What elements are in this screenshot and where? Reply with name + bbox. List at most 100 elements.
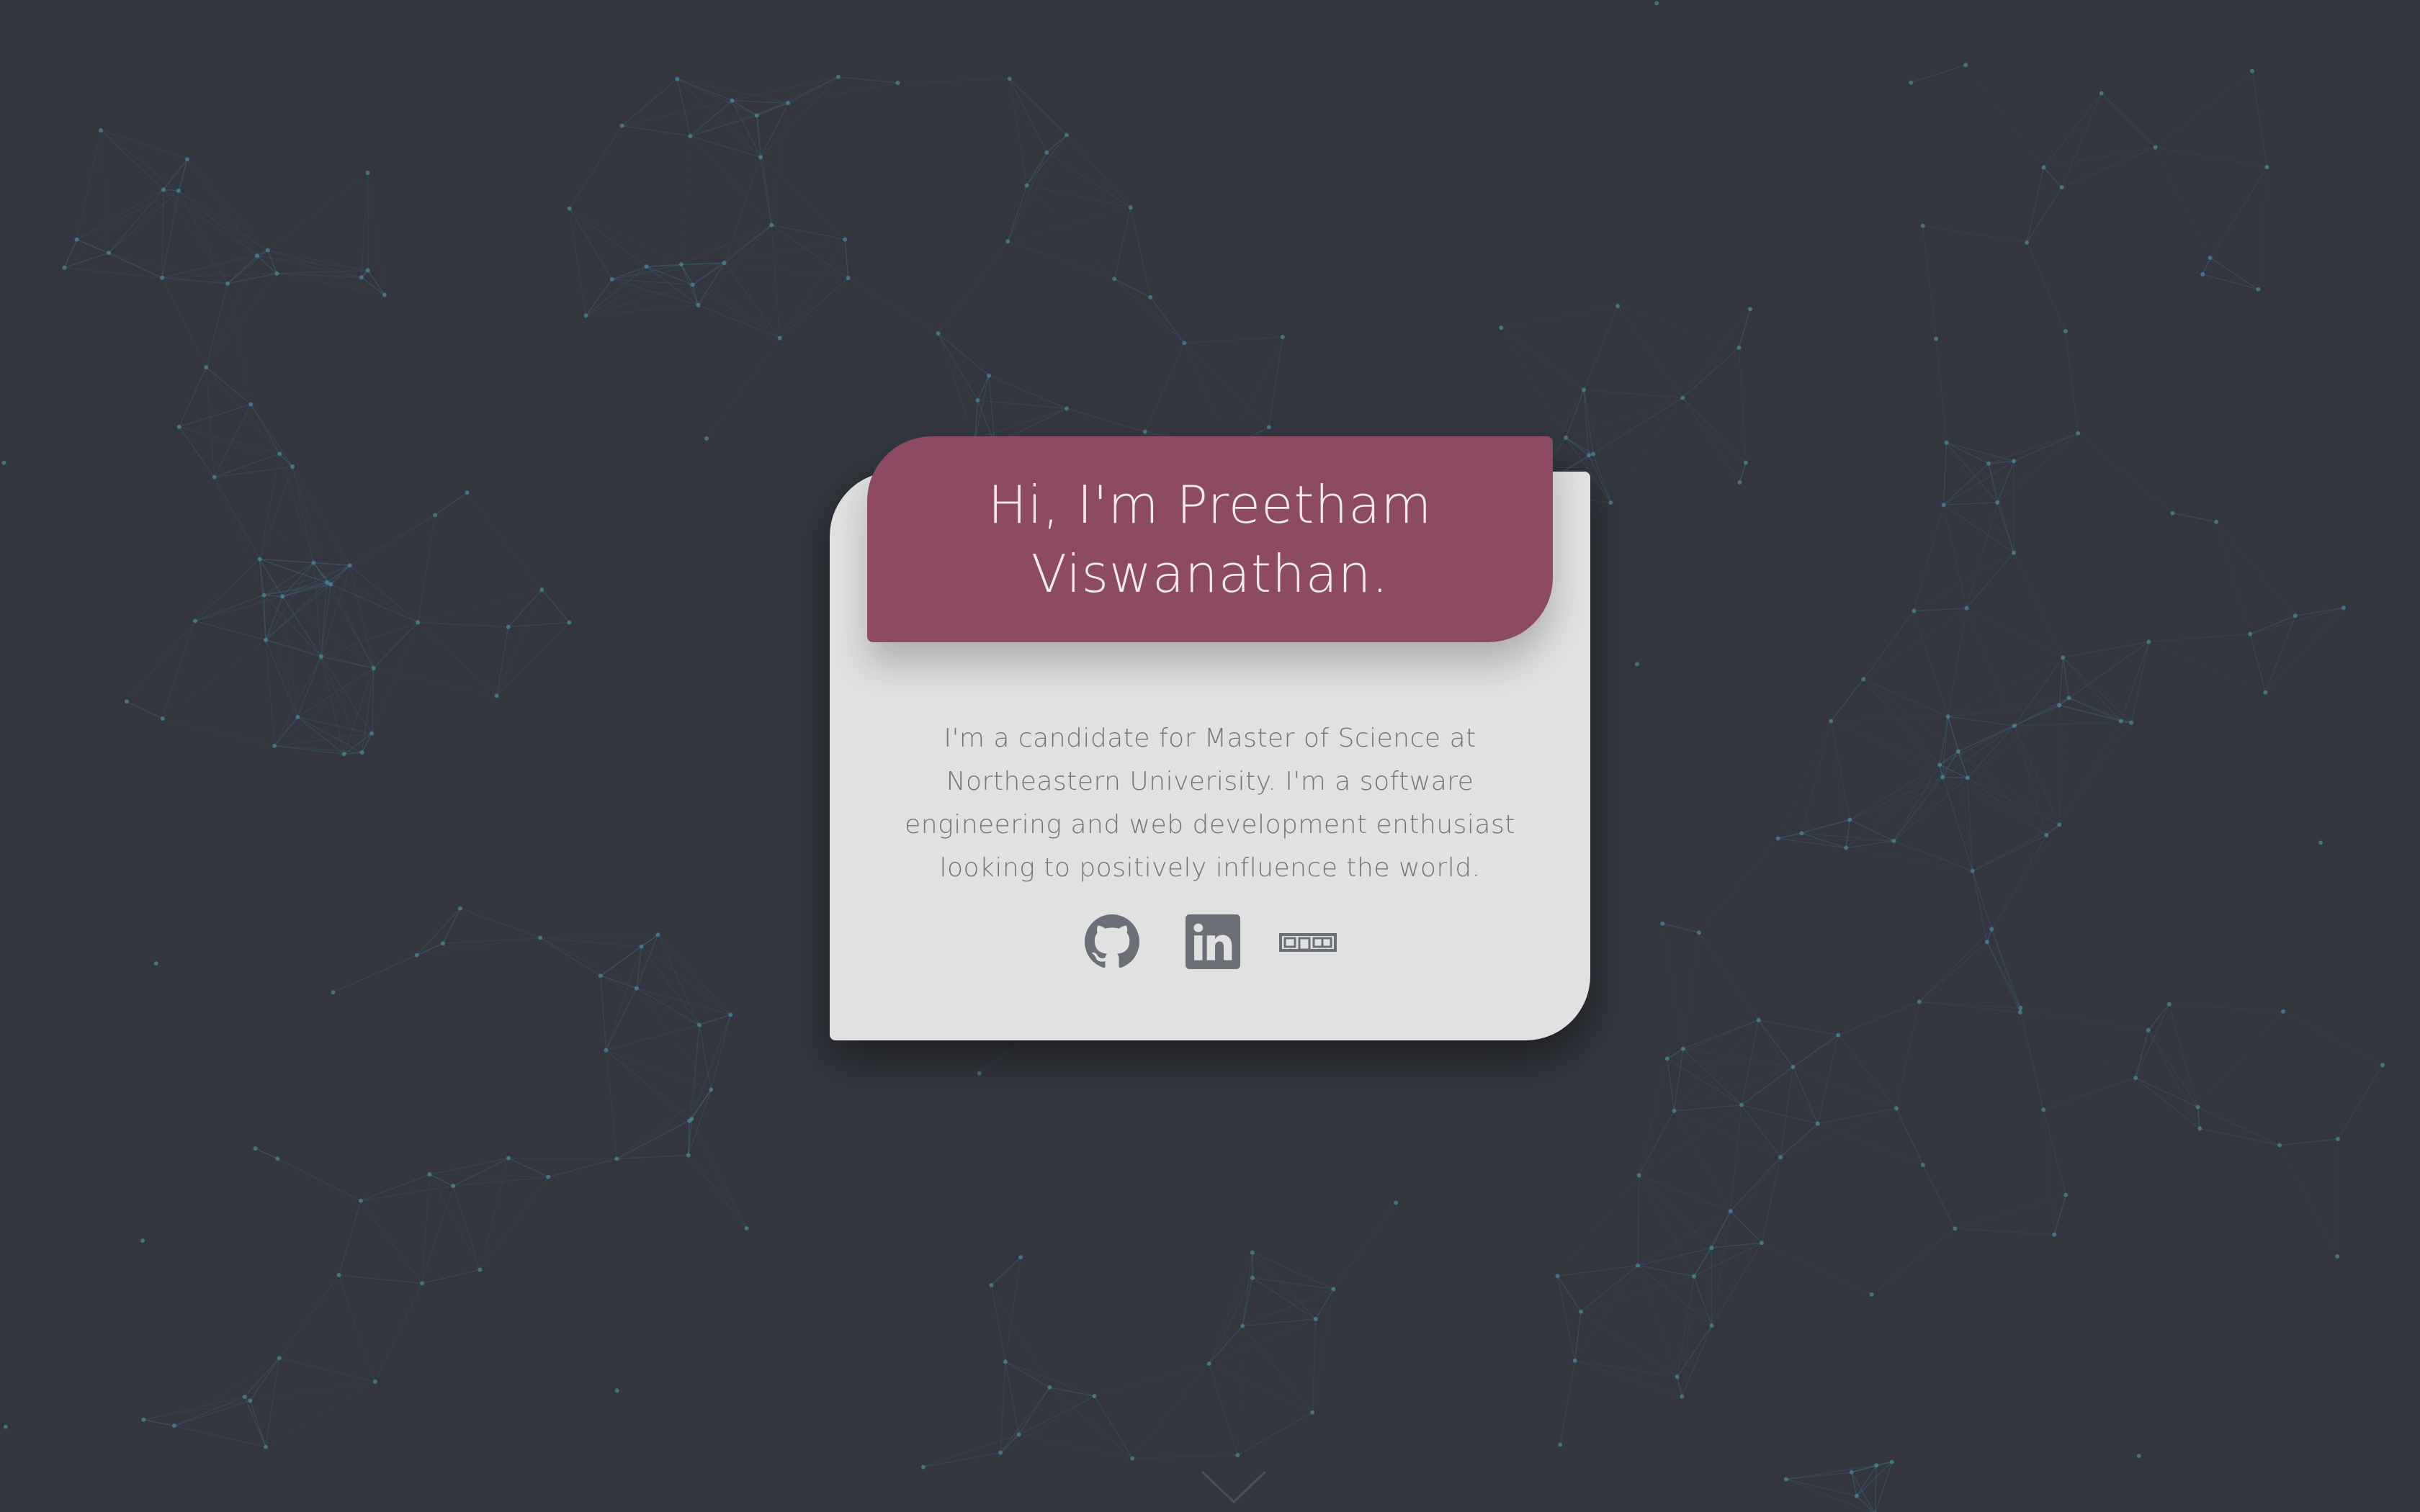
network-link (2215, 521, 2296, 616)
network-node (1847, 817, 1852, 822)
network-link (1913, 611, 1949, 717)
network-link (1026, 184, 1131, 208)
network-link (421, 1185, 454, 1284)
network-link (1617, 305, 1683, 398)
network-link (1007, 135, 1067, 242)
network-node (704, 436, 709, 441)
network-node (1728, 1209, 1733, 1214)
network-link (637, 989, 689, 1121)
network-link (279, 454, 282, 596)
network-link (2026, 186, 2063, 243)
network-link (622, 126, 761, 158)
network-link (605, 1050, 617, 1159)
network-node (604, 1048, 609, 1053)
network-node (1044, 150, 1049, 155)
network-link (923, 1452, 1001, 1468)
network-node (1945, 714, 1950, 719)
network-node (1235, 1452, 1240, 1457)
network-node (614, 1388, 619, 1393)
network-link (1831, 716, 1948, 722)
network-link (1943, 504, 2015, 554)
network-link (313, 562, 350, 566)
network-link (343, 667, 375, 755)
network-link (1005, 1362, 1020, 1435)
network-node (598, 973, 603, 978)
network-link (1252, 1277, 1317, 1320)
network-node (62, 265, 67, 270)
network-node (494, 693, 499, 698)
network-link (1242, 1326, 1313, 1413)
linkedin-icon (1186, 914, 1240, 969)
network-node (758, 155, 763, 160)
npm-link[interactable] (1279, 914, 1337, 969)
network-link (1757, 1020, 1819, 1125)
network-link (64, 266, 163, 279)
network-link (243, 1396, 266, 1447)
network-link (760, 156, 846, 240)
network-link (244, 1381, 375, 1398)
network-link (1674, 1104, 1742, 1112)
network-link (279, 1357, 375, 1382)
network-link (681, 224, 772, 265)
network-node (153, 961, 158, 966)
network-node (2012, 459, 2017, 464)
network-link (844, 239, 849, 279)
scroll-down-chevron-icon[interactable] (1199, 1469, 1268, 1506)
network-link (442, 937, 541, 945)
network-node (433, 513, 438, 518)
network-node (2066, 696, 2071, 701)
network-node (998, 1450, 1003, 1455)
bio-text: I'm a candidate for Master of Science at… (905, 724, 1515, 883)
network-node (1024, 183, 1029, 188)
network-link (1316, 1203, 1397, 1319)
network-link (1738, 309, 1751, 348)
network-link (100, 130, 188, 160)
network-link (277, 1158, 362, 1202)
network-link (416, 908, 461, 956)
network-node (1680, 1046, 1685, 1051)
network-node (2041, 165, 2046, 170)
network-link (1208, 1363, 1239, 1456)
network-node (2063, 1192, 2069, 1197)
network-node (696, 302, 701, 307)
network-node (2133, 1075, 2138, 1080)
linkedin-link[interactable] (1186, 914, 1240, 969)
network-link (2279, 1064, 2383, 1146)
network-node (583, 313, 588, 318)
network-node (744, 1225, 749, 1230)
network-node (2214, 519, 2219, 524)
network-node (1965, 775, 1970, 780)
network-node (2249, 68, 2254, 73)
network-link (570, 136, 691, 208)
network-node (171, 1423, 176, 1428)
network-link (2264, 616, 2296, 693)
network-link (1759, 1020, 1780, 1157)
network-link (126, 620, 196, 702)
network-link (279, 1274, 340, 1359)
network-link (688, 1155, 748, 1229)
network-node (1937, 762, 1942, 768)
network-link (1094, 1363, 1209, 1397)
network-link (205, 366, 280, 454)
network-node (1970, 868, 1975, 873)
network-link (1698, 932, 1760, 1021)
network-node (160, 716, 165, 721)
network-link (1948, 716, 2015, 726)
network-link (297, 667, 375, 718)
network-link (1896, 1002, 1920, 1109)
network-node (1874, 1463, 1879, 1468)
network-link (1830, 721, 1851, 820)
network-link (277, 1158, 340, 1276)
network-link (2135, 1004, 2170, 1079)
network-link (2026, 167, 2045, 243)
network-link (213, 477, 265, 595)
network-node (722, 261, 727, 266)
network-link (1674, 1110, 1781, 1158)
network-link (647, 136, 691, 266)
network-link (479, 1176, 549, 1270)
github-link[interactable] (1085, 914, 1139, 969)
network-link (265, 639, 275, 747)
network-node (688, 134, 693, 139)
network-node (2208, 256, 2213, 261)
network-link (600, 945, 642, 976)
